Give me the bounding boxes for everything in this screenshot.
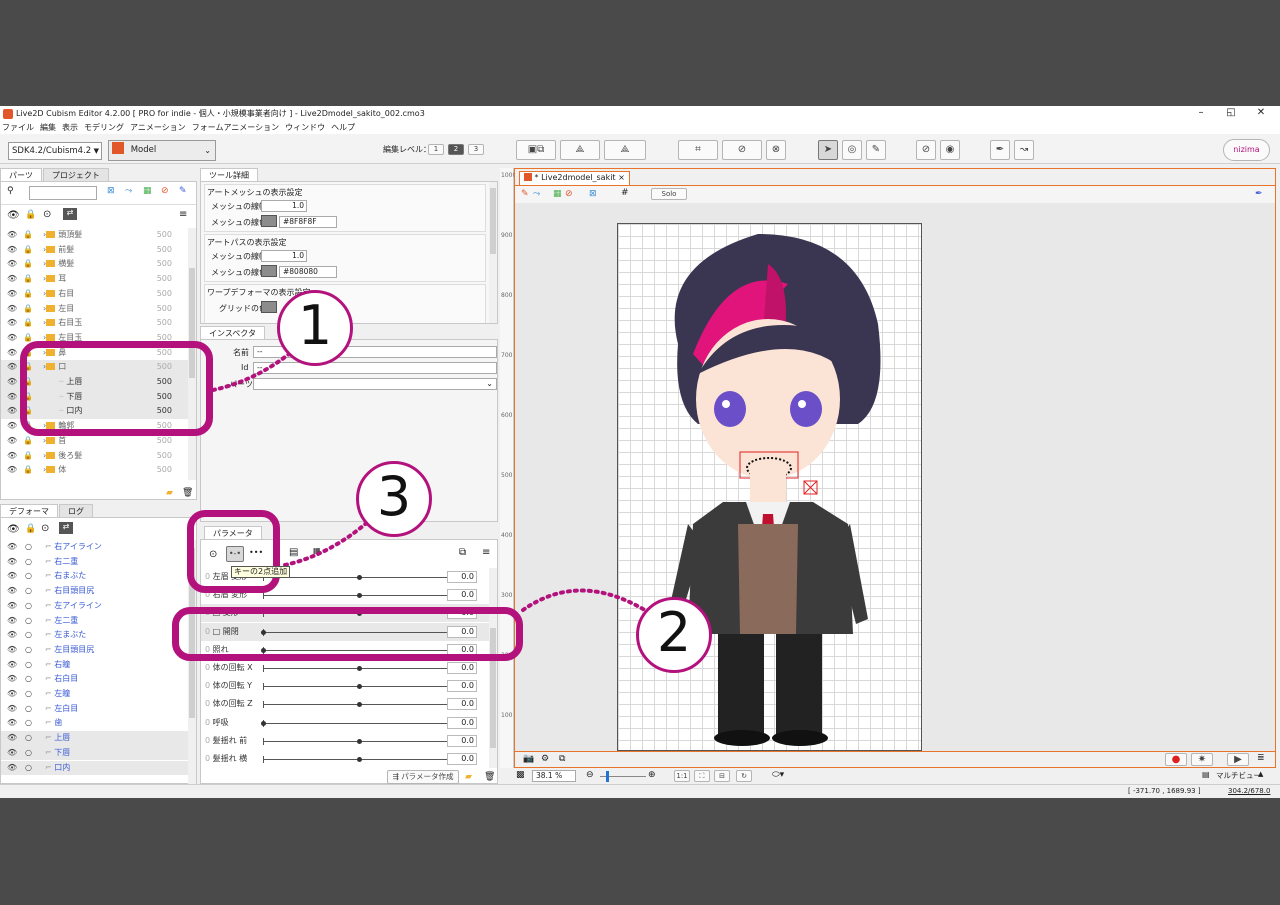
callout-number-2: 2	[636, 597, 712, 673]
callout-number-1: 1	[277, 290, 353, 366]
callout-number-3: 3	[356, 461, 432, 537]
tooltip: キーの2点追加	[231, 566, 291, 578]
callout-connectors	[211, 343, 650, 614]
